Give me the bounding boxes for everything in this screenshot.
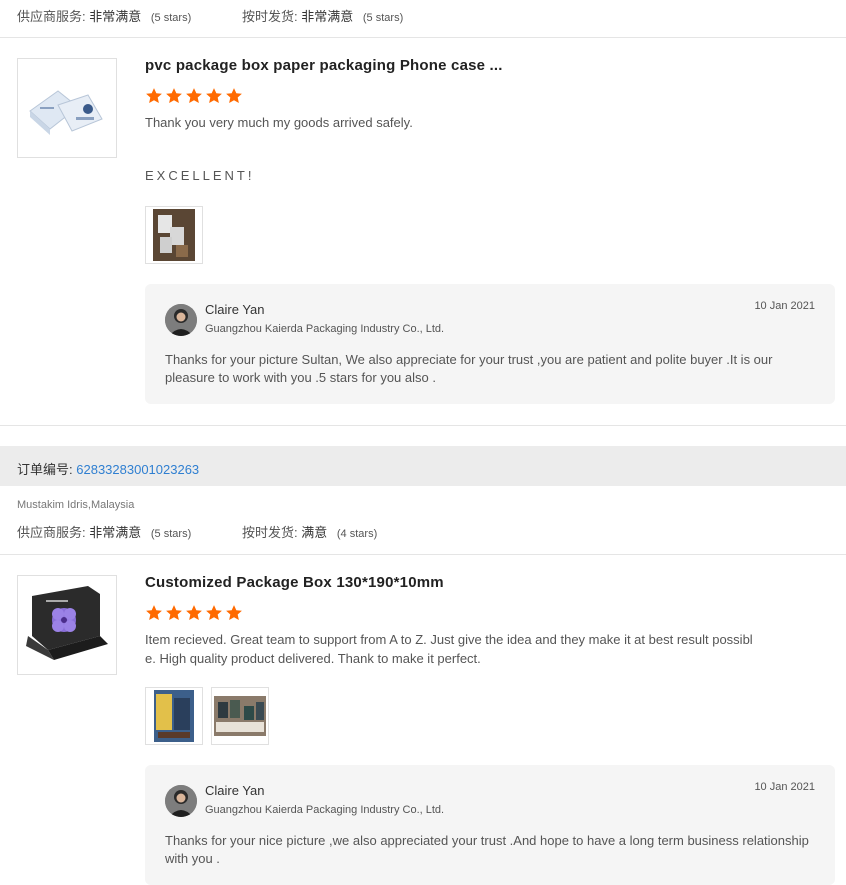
- shipping-value: 非常满意: [301, 9, 354, 24]
- supplier-reply: Claire Yan Guangzhou Kaierda Packaging I…: [145, 284, 835, 404]
- product-title[interactable]: Customized Package Box 130*190*10mm: [145, 574, 444, 591]
- reply-date: 10 Jan 2021: [754, 300, 815, 312]
- order-number-label: 订单编号:: [17, 462, 73, 477]
- supplier-service-stars: (5 stars): [150, 528, 192, 540]
- order-number-link[interactable]: 62833283001023263: [76, 462, 199, 477]
- reply-company: Guangzhou Kaierda Packaging Industry Co.…: [205, 804, 445, 816]
- star-icon: [226, 605, 242, 621]
- review-comment: Thank you very much my goods arrived saf…: [145, 115, 413, 130]
- review-photo[interactable]: [211, 687, 269, 745]
- supplier-service-value: 非常满意: [89, 9, 142, 24]
- star-icon: [146, 605, 162, 621]
- reply-text: Thanks for your picture Sultan, We also …: [165, 352, 773, 385]
- star-icon: [226, 88, 242, 104]
- supplier-service-value: 非常满意: [89, 525, 142, 540]
- supplier-service-rating: 供应商服务: 非常满意 (5 stars): [17, 6, 191, 25]
- product-thumbnail[interactable]: [17, 575, 117, 675]
- review-photo[interactable]: [145, 206, 203, 264]
- shipping-value: 满意: [301, 525, 328, 540]
- reply-author-name: Claire Yan: [205, 783, 265, 798]
- shipping-label: 按时发货:: [242, 525, 298, 540]
- divider: [0, 37, 846, 38]
- reply-company: Guangzhou Kaierda Packaging Industry Co.…: [205, 323, 445, 335]
- reply-author-name: Claire Yan: [205, 302, 265, 317]
- avatar: [165, 304, 197, 336]
- product-title[interactable]: pvc package box paper packaging Phone ca…: [145, 57, 503, 74]
- order-header: 订单编号: 62833283001023263: [0, 446, 846, 486]
- star-icon: [186, 88, 202, 104]
- star-icon: [166, 88, 182, 104]
- avatar: [165, 785, 197, 817]
- product-thumbnail[interactable]: [17, 58, 117, 158]
- star-icon: [206, 605, 222, 621]
- star-icon: [206, 88, 222, 104]
- buyer-info: Mustakim Idris,Malaysia: [17, 499, 135, 511]
- review-photo-image: [146, 207, 202, 263]
- supplier-reply: Claire Yan Guangzhou Kaierda Packaging I…: [145, 765, 835, 885]
- supplier-service-label: 供应商服务:: [17, 525, 86, 540]
- star-rating: [145, 87, 243, 105]
- shipping-stars: (5 stars): [362, 12, 404, 24]
- reply-text: Thanks for your nice picture ,we also ap…: [165, 833, 809, 866]
- supplier-service-stars: (5 stars): [150, 12, 192, 24]
- divider: [0, 425, 846, 426]
- shipping-stars: (4 stars): [336, 528, 378, 540]
- review-comment: Item recieved. Great team to support fro…: [145, 630, 805, 668]
- star-icon: [166, 605, 182, 621]
- star-rating: [145, 604, 243, 622]
- supplier-service-label: 供应商服务:: [17, 9, 86, 24]
- review-photo-image: [146, 688, 202, 744]
- shipping-label: 按时发货:: [242, 9, 298, 24]
- shipping-rating: 按时发货: 满意 (4 stars): [242, 522, 377, 541]
- product-image-pvc-box: [18, 59, 116, 157]
- star-icon: [186, 605, 202, 621]
- supplier-service-rating: 供应商服务: 非常满意 (5 stars): [17, 522, 191, 541]
- review-photo-image: [212, 688, 268, 744]
- review-comment-line: e. High quality product delivered. Thank…: [145, 651, 481, 666]
- divider: [0, 554, 846, 555]
- reply-date: 10 Jan 2021: [754, 781, 815, 793]
- review-extra-comment: EXCELLENT!: [145, 168, 255, 183]
- product-image-package-box: [18, 576, 116, 674]
- review-comment-line: Item recieved. Great team to support fro…: [145, 632, 753, 647]
- star-icon: [146, 88, 162, 104]
- review-photo[interactable]: [145, 687, 203, 745]
- shipping-rating: 按时发货: 非常满意 (5 stars): [242, 6, 403, 25]
